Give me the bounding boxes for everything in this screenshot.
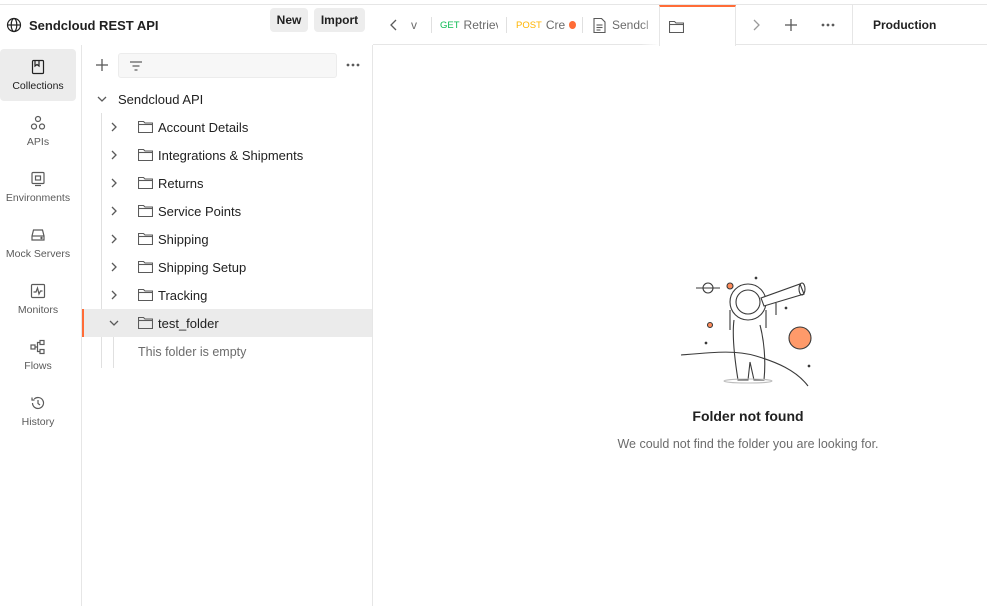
not-found-subtitle: We could not find the folder you are loo…	[617, 437, 879, 451]
flows-icon	[30, 339, 45, 354]
astronaut-illustration-icon	[680, 276, 812, 387]
folder-label: test_folder	[158, 315, 219, 331]
chevron-right-icon[interactable]	[749, 18, 763, 32]
folder-icon	[138, 288, 153, 301]
unsaved-indicator	[569, 21, 576, 29]
tree-guide-line	[101, 337, 102, 368]
chevron-right-icon	[111, 262, 117, 272]
chevron-right-icon	[111, 234, 117, 244]
tab-folder-active[interactable]	[659, 5, 736, 46]
folder-label: Integrations & Shipments	[158, 147, 304, 163]
folder-row[interactable]: Account Details	[82, 113, 372, 141]
globe-icon	[6, 17, 22, 33]
not-found-title: Folder not found	[692, 408, 804, 424]
mock-servers-icon	[31, 228, 45, 241]
folder-label: Shipping	[158, 231, 209, 247]
collection-row[interactable]: Sendcloud API	[82, 85, 372, 113]
folder-label: Returns	[158, 175, 204, 191]
folder-row[interactable]: Returns	[82, 169, 372, 197]
rail-item-apis[interactable]: APIs	[0, 105, 76, 157]
new-button[interactable]: New	[270, 8, 308, 32]
folder-icon	[138, 316, 153, 329]
folder-row[interactable]: Tracking	[82, 281, 372, 309]
chevron-right-icon	[111, 178, 117, 188]
empty-folder-note: This folder is empty	[138, 345, 247, 359]
folder-icon	[138, 176, 153, 189]
chevron-right-icon	[111, 122, 117, 132]
chevron-right-icon	[111, 290, 117, 300]
rail-label-environments: Environments	[5, 191, 71, 204]
folder-label: Tracking	[158, 287, 208, 303]
rail-item-monitors[interactable]: Monitors	[0, 273, 76, 325]
tab-bar: v GET Retriev POST Cre Sendcl Production	[373, 5, 987, 46]
rail-label-history: History	[21, 415, 55, 428]
chevron-left-icon[interactable]	[387, 18, 401, 32]
add-tab-icon[interactable]	[784, 18, 798, 32]
rail-label-monitors: Monitors	[17, 303, 59, 316]
panel-toolbar	[82, 45, 372, 85]
environments-icon	[31, 171, 45, 186]
folder-label: Service Points	[158, 203, 242, 219]
import-button[interactable]: Import	[314, 8, 365, 32]
folder-row[interactable]: Service Points	[82, 197, 372, 225]
folder-icon	[669, 20, 684, 33]
tab-request[interactable]: v	[411, 5, 425, 45]
tab-separator	[431, 17, 432, 33]
folder-icon	[138, 120, 153, 133]
monitors-icon	[30, 283, 46, 298]
chevron-down-icon	[109, 320, 119, 326]
add-icon[interactable]	[94, 57, 110, 73]
tree-guide-line	[113, 337, 114, 368]
history-icon	[31, 396, 45, 409]
folder-label: Account Details	[158, 119, 249, 135]
tab-fade	[641, 5, 659, 45]
tab-get-request[interactable]: GET Retriev	[440, 5, 498, 45]
rail-label-flows: Flows	[24, 359, 52, 372]
chevron-right-icon	[111, 206, 117, 216]
folder-icon	[138, 204, 153, 217]
more-options-icon[interactable]	[820, 18, 836, 32]
collections-panel: Sendcloud API Account Details Integratio…	[82, 45, 373, 606]
method-get: GET	[440, 19, 460, 31]
rail-item-environments[interactable]: Environments	[0, 161, 76, 213]
more-options-icon[interactable]	[345, 58, 361, 72]
apis-icon	[30, 115, 46, 130]
collection-name: Sendcloud API	[118, 91, 204, 107]
environment-selector[interactable]: Production	[852, 5, 987, 45]
folder-row[interactable]: Shipping	[82, 225, 372, 253]
tab-separator	[582, 17, 583, 33]
rail-label-apis: APIs	[26, 135, 50, 148]
rail-item-history[interactable]: History	[0, 385, 76, 437]
search-input[interactable]	[118, 53, 337, 78]
folder-icon	[138, 260, 153, 273]
workspace-title: Sendcloud REST API	[29, 17, 159, 33]
chevron-right-icon	[111, 150, 117, 160]
rail-label-mock-servers: Mock Servers	[5, 247, 71, 260]
chevron-down-icon	[97, 96, 107, 102]
folder-label: Shipping Setup	[158, 259, 247, 275]
tab-post-request[interactable]: POST Cre	[516, 5, 576, 45]
folder-row-selected[interactable]: test_folder	[82, 309, 372, 337]
method-post: POST	[516, 19, 542, 31]
rail-label-collections: Collections	[12, 79, 64, 92]
folder-icon	[138, 232, 153, 245]
tab-name: Cre	[545, 18, 566, 32]
tab-name: v	[411, 18, 417, 32]
tab-separator	[506, 17, 507, 33]
tab-name: Retriev	[463, 18, 498, 32]
sidebar-rail: Collections APIs Environments Mock Serve…	[0, 45, 82, 606]
filter-icon	[130, 61, 142, 71]
document-icon	[593, 17, 606, 33]
rail-item-mock-servers[interactable]: Mock Servers	[0, 217, 76, 269]
collections-icon	[31, 59, 45, 74]
folder-icon	[138, 148, 153, 161]
rail-item-flows[interactable]: Flows	[0, 329, 76, 381]
folder-row[interactable]: Shipping Setup	[82, 253, 372, 281]
rail-item-collections[interactable]: Collections	[0, 49, 76, 101]
environment-name: Production	[873, 18, 937, 32]
folder-row[interactable]: Integrations & Shipments	[82, 141, 372, 169]
